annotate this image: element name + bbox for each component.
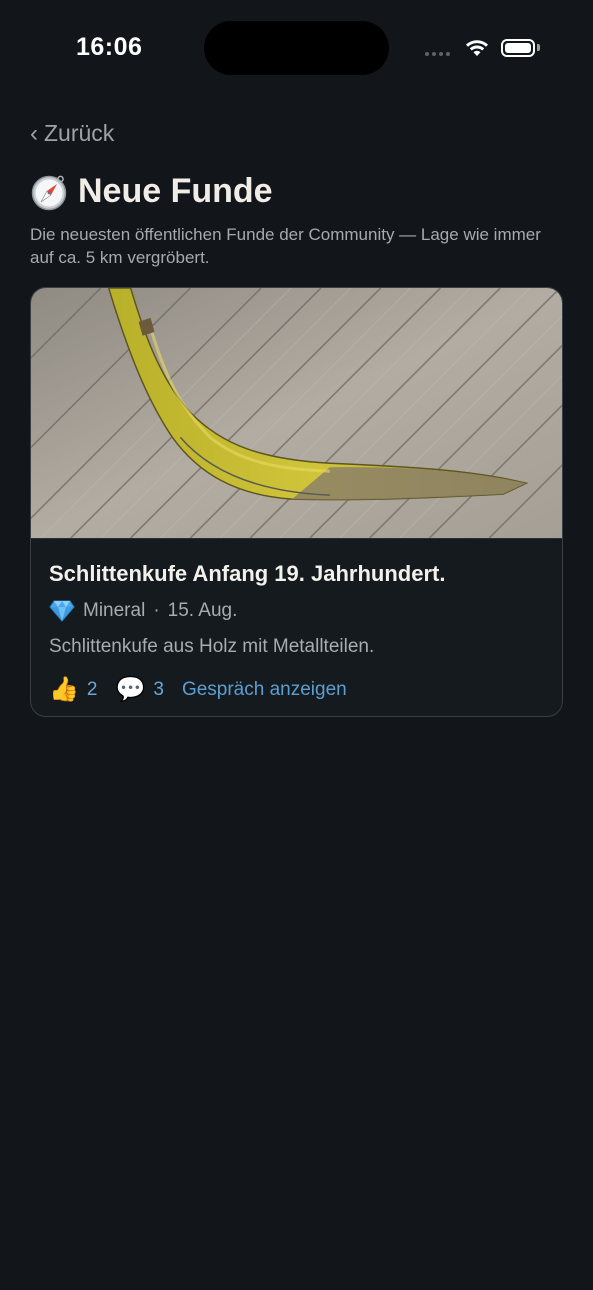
battery-cap <box>537 44 540 51</box>
meta-separator: · <box>153 600 160 621</box>
page-subtitle: Die neuesten öffentlichen Funde der Comm… <box>30 225 541 267</box>
find-photo <box>31 288 562 539</box>
back-button[interactable]: ‹ Zurück <box>30 120 114 147</box>
wifi-icon <box>466 40 488 56</box>
chevron-left-icon: ‹ <box>30 119 38 147</box>
compass-icon <box>31 175 67 210</box>
like-count: 2 <box>86 678 98 700</box>
find-title: Schlittenkufe Anfang 19. Jahrhundert. <box>49 561 446 586</box>
find-meta: Mineral · 15. Aug. <box>49 600 544 622</box>
show-conversation-link[interactable]: Gespräch anzeigen <box>182 679 347 701</box>
status-time: 16:06 <box>76 33 143 61</box>
battery-icon <box>501 39 535 57</box>
dynamic-island <box>204 21 389 75</box>
find-category: Mineral <box>83 600 146 621</box>
comments-button[interactable]: 💬 3 <box>115 675 163 704</box>
cellular-signal-icon <box>425 52 450 56</box>
find-description: Schlittenkufe aus Holz mit Metallteilen. <box>49 636 375 657</box>
gem-icon <box>49 600 75 622</box>
speech-bubble-icon: 💬 <box>115 676 146 703</box>
like-button[interactable]: 👍 2 <box>49 675 97 704</box>
screen: 16:06 ‹ Zurück Neue Funde Die neuesten ö… <box>0 0 593 1290</box>
find-date: 15. Aug. <box>167 600 238 621</box>
thumbs-up-icon: 👍 <box>49 676 79 703</box>
back-label: Zurück <box>44 120 115 146</box>
find-card[interactable]: Schlittenkufe Anfang 19. Jahrhundert. Mi… <box>30 287 563 717</box>
find-actions: 👍 2 💬 3 Gespräch anzeigen <box>49 675 544 704</box>
page-title: Neue Funde <box>78 172 273 210</box>
page-header: Neue Funde <box>30 172 273 211</box>
comment-count: 3 <box>153 678 164 700</box>
